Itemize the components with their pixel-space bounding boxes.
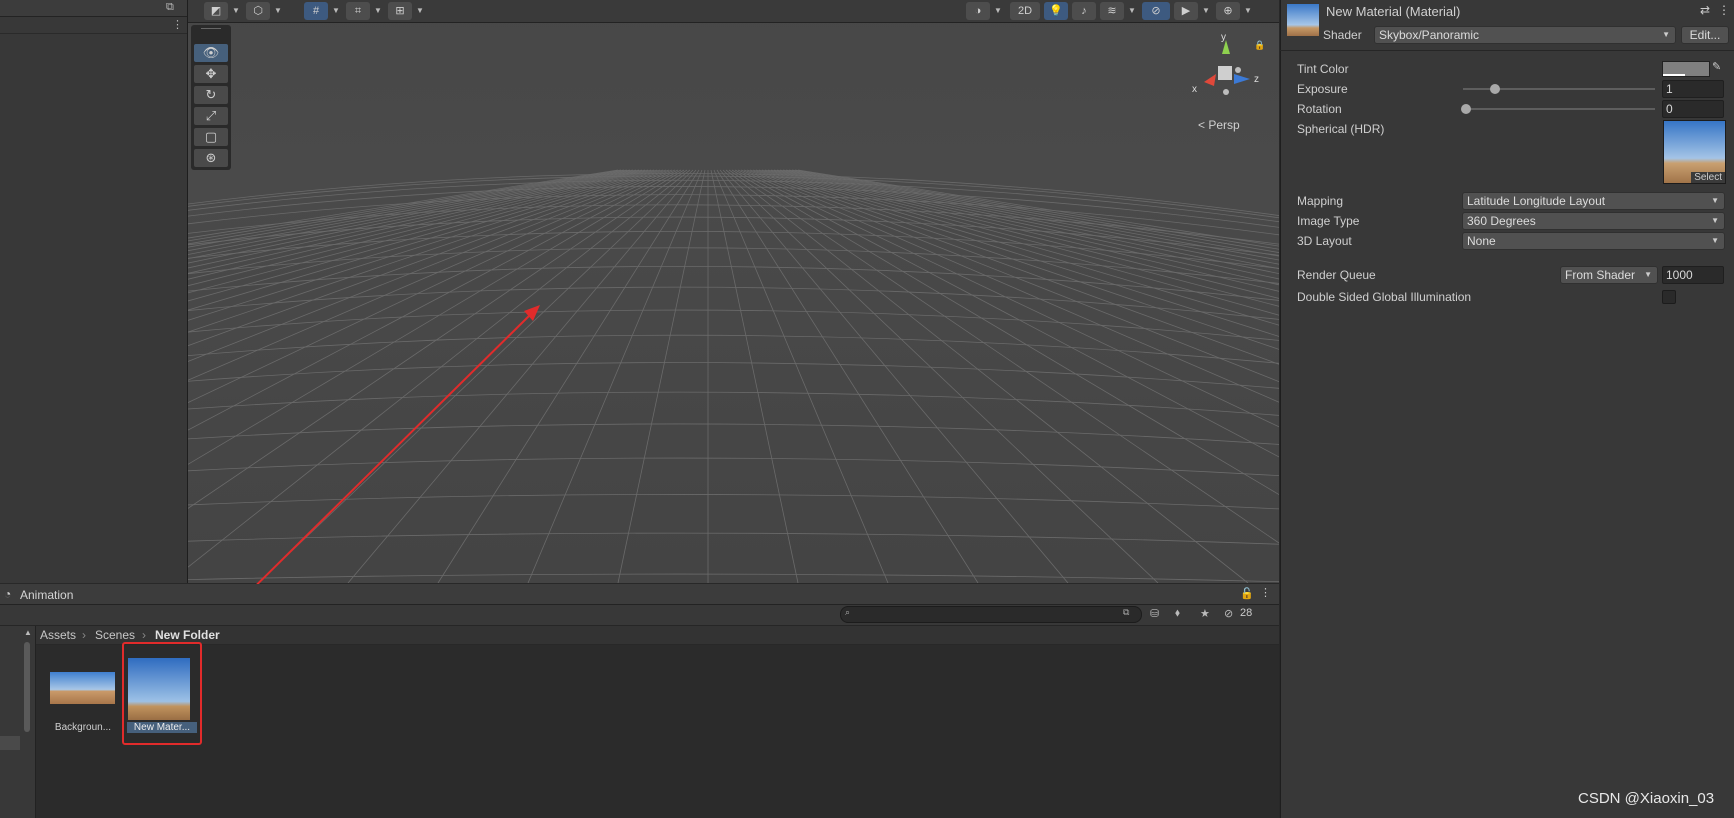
render-queue-field[interactable]: 1000	[1662, 266, 1724, 284]
chevron-down-icon: ▼	[1662, 30, 1670, 39]
rotation-slider-knob[interactable]	[1461, 104, 1471, 114]
chevron-down-icon: ▼	[1711, 196, 1719, 205]
asset-label[interactable]: Backgroun...	[46, 722, 120, 733]
scroll-up-icon[interactable]: ▲	[24, 628, 32, 637]
alpha-bar	[1663, 74, 1685, 76]
spherical-label: Spherical (HDR)	[1297, 122, 1385, 136]
exposure-slider-knob[interactable]	[1489, 84, 1500, 94]
more-menu-icon[interactable]: ⋮	[1718, 3, 1730, 17]
layout-3d-dropdown[interactable]: None ▼	[1462, 232, 1725, 250]
search-icon: ⌕	[845, 607, 851, 617]
favorite-star-icon[interactable]: ★	[1200, 607, 1210, 620]
tint-color-swatch[interactable]	[1662, 61, 1710, 77]
hidden-packages-icon[interactable]: ⊘	[1224, 607, 1233, 620]
mapping-label: Mapping	[1297, 194, 1344, 208]
filter-type-icon[interactable]: ⛁	[1150, 607, 1159, 620]
more-menu-icon[interactable]: ⋮	[1260, 586, 1271, 599]
chevron-down-icon: ▼	[1711, 236, 1719, 245]
tint-color-label: Tint Color	[1297, 62, 1349, 76]
watermark-text: CSDN @Xiaoxin_03	[1578, 790, 1715, 807]
image-type-dropdown[interactable]: 360 Degrees ▼	[1462, 212, 1725, 230]
mapping-dropdown-value: Latitude Longitude Layout	[1467, 194, 1606, 208]
clock-icon: ◔	[4, 587, 12, 601]
exposure-field[interactable]: 1	[1662, 80, 1724, 98]
chevron-right-icon: ›	[142, 628, 146, 642]
folder-tree-strip: ▲	[0, 626, 36, 818]
preset-icon[interactable]: ⇄	[1700, 3, 1710, 17]
eyedropper-icon[interactable]: ✎	[1712, 60, 1721, 73]
animation-tab-title[interactable]: Animation	[20, 588, 73, 602]
hidden-count: 28	[1240, 607, 1253, 619]
double-sided-gi-label: Double Sided Global Illumination	[1297, 290, 1472, 304]
shader-dropdown-value: Skybox/Panoramic	[1379, 28, 1480, 42]
label-tag-icon[interactable]: ⬧	[1175, 607, 1180, 620]
lock-icon[interactable]: 🔓	[1240, 587, 1254, 600]
rotation-label: Rotation	[1297, 102, 1342, 116]
background-asset-thumbnail[interactable]	[50, 672, 115, 704]
divider	[1280, 50, 1734, 51]
render-queue-mode-value: From Shader	[1565, 268, 1636, 282]
asset-label-selected[interactable]: New Mater...	[127, 722, 197, 733]
render-queue-label: Render Queue	[1297, 268, 1376, 282]
inspector-title: New Material (Material)	[1326, 4, 1461, 19]
animation-tab-bar: ◔ 🔓 ⋮	[0, 584, 1279, 605]
project-search-input[interactable]: ⌕ ⧉	[840, 606, 1142, 623]
new-material-asset-thumbnail[interactable]	[128, 658, 190, 720]
breadcrumb-item-current[interactable]: New Folder	[155, 628, 220, 642]
double-sided-gi-checkbox[interactable]	[1662, 290, 1676, 304]
render-queue-mode-dropdown[interactable]: From Shader ▼	[1560, 266, 1658, 284]
layout-3d-dropdown-value: None	[1467, 234, 1496, 248]
edit-shader-button[interactable]: Edit...	[1681, 26, 1729, 44]
rotation-field[interactable]: 0	[1662, 100, 1724, 118]
mapping-dropdown[interactable]: Latitude Longitude Layout ▼	[1462, 192, 1725, 210]
chevron-down-icon: ▼	[1644, 270, 1652, 279]
scrollbar-thumb[interactable]	[24, 642, 30, 732]
image-type-label: Image Type	[1297, 214, 1360, 228]
tree-selection[interactable]	[0, 736, 20, 750]
layout-3d-label: 3D Layout	[1297, 234, 1352, 248]
exposure-label: Exposure	[1297, 82, 1348, 96]
texture-select-button[interactable]: Select	[1691, 172, 1725, 183]
chevron-down-icon: ▼	[1711, 216, 1719, 225]
chevron-right-icon: ›	[82, 628, 86, 642]
search-options-icon[interactable]: ⧉	[1123, 607, 1129, 618]
shader-label: Shader	[1323, 28, 1362, 42]
rotation-slider-track[interactable]	[1463, 108, 1655, 110]
breadcrumb-item[interactable]: Assets	[40, 628, 76, 642]
breadcrumb-item[interactable]: Scenes	[95, 628, 135, 642]
shader-dropdown[interactable]: Skybox/Panoramic ▼	[1374, 26, 1676, 44]
material-preview-icon	[1287, 4, 1319, 36]
spherical-texture-slot[interactable]: Select	[1663, 120, 1726, 184]
image-type-dropdown-value: 360 Degrees	[1467, 214, 1536, 228]
